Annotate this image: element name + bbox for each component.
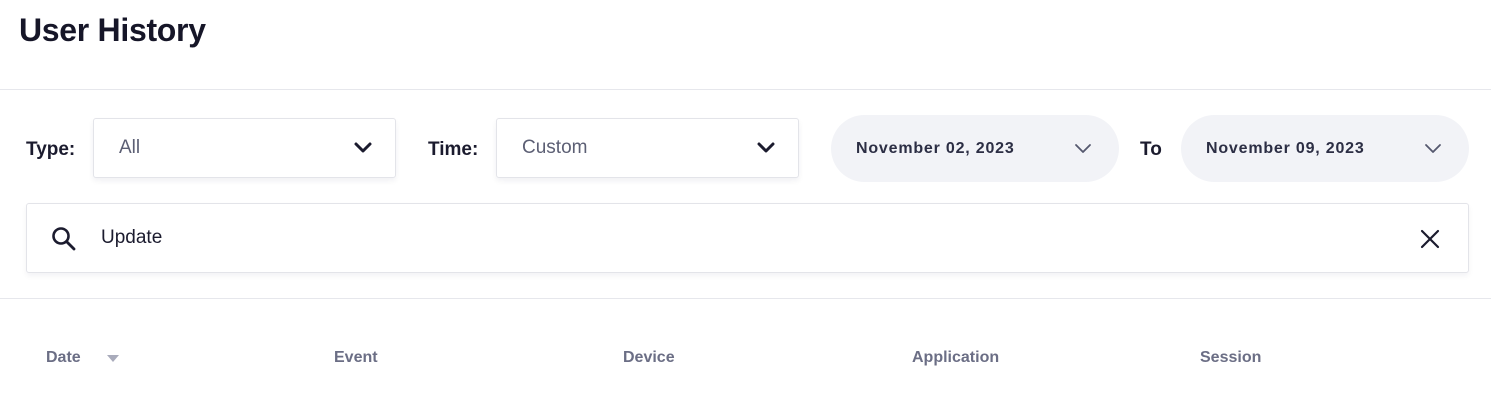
type-filter-label: Type:: [26, 139, 76, 160]
time-filter-select[interactable]: Custom: [496, 118, 799, 178]
header-divider: [0, 89, 1491, 90]
search-bar: [26, 203, 1469, 273]
sort-descending-icon[interactable]: [107, 355, 119, 362]
page-title: User History: [19, 12, 206, 48]
date-from-value: November 02, 2023: [856, 139, 1015, 157]
column-header-application[interactable]: Application: [912, 349, 999, 367]
chevron-down-icon: [1425, 143, 1441, 153]
type-filter-value: All: [119, 137, 141, 158]
date-to-value: November 09, 2023: [1206, 139, 1365, 157]
table-divider: [0, 298, 1491, 299]
chevron-down-icon: [757, 142, 775, 153]
date-range-separator: To: [1140, 139, 1162, 160]
time-filter-label: Time:: [428, 139, 479, 160]
search-input[interactable]: [101, 219, 1401, 257]
column-header-date[interactable]: Date: [46, 349, 81, 367]
column-header-device[interactable]: Device: [623, 349, 675, 367]
date-to-picker[interactable]: November 09, 2023: [1181, 115, 1469, 182]
chevron-down-icon: [354, 142, 372, 153]
column-header-event[interactable]: Event: [334, 349, 378, 367]
close-icon[interactable]: [1419, 228, 1441, 250]
date-from-picker[interactable]: November 02, 2023: [831, 115, 1119, 182]
type-filter-select[interactable]: All: [93, 118, 396, 178]
time-filter-value: Custom: [522, 137, 588, 158]
column-header-session[interactable]: Session: [1200, 349, 1261, 367]
search-icon: [52, 227, 76, 251]
chevron-down-icon: [1075, 143, 1091, 153]
